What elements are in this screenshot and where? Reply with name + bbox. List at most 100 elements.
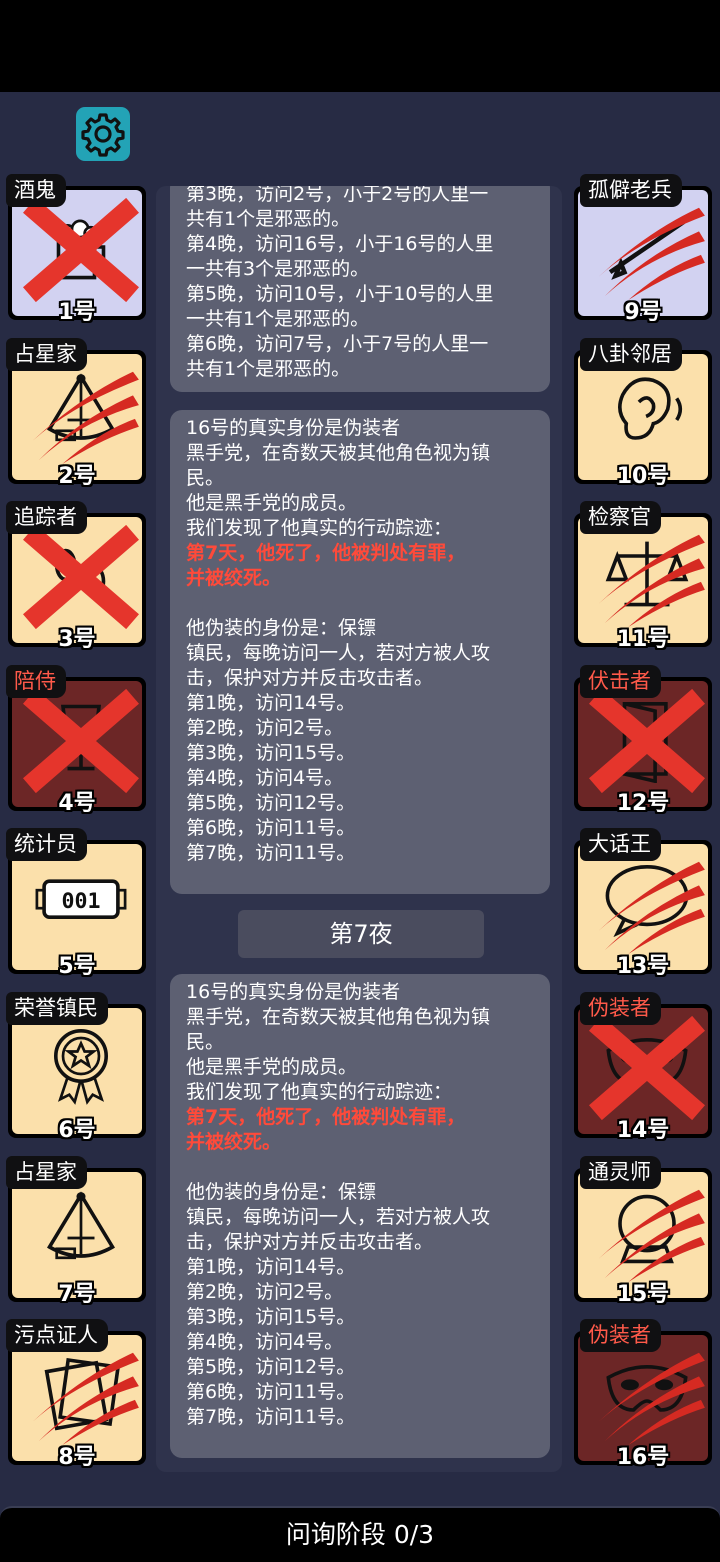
player-card-9号[interactable]: 9号 孤僻老兵 (574, 174, 712, 325)
player-card-7号[interactable]: 7号 占星家 (6, 1155, 146, 1307)
claw-mark-icon (32, 371, 139, 464)
log-line: 16号的真实身份是伪装者 (186, 981, 401, 1003)
eliminated-x-icon (23, 688, 139, 793)
player-card-2号[interactable]: 2号 占星家 (6, 337, 146, 489)
player-number: 1号 (58, 300, 96, 325)
log-line: 镇民，每晚访问一人，若对方被人攻 (186, 642, 491, 664)
log-line: 第5晚，访问12号。 (186, 1356, 356, 1378)
player-card-15号[interactable]: 15号 通灵师 (574, 1155, 712, 1307)
counter-icon: 001 (35, 879, 127, 920)
player-number: 15号 (616, 1281, 670, 1307)
claw-mark-icon (598, 534, 705, 628)
log-line: 第1晚，访问14号。 (186, 692, 356, 714)
player-number: 6号 (58, 1118, 96, 1143)
role-label: 荣誉镇民 (6, 992, 108, 1025)
claw-mark-icon (598, 207, 705, 301)
player-card-6号[interactable]: 6号 荣誉镇民 (6, 992, 146, 1143)
eliminated-x-icon (589, 1016, 705, 1120)
player-number: 9号 (624, 300, 662, 325)
role-label: 占星家 (6, 337, 87, 371)
role-label: 八卦邻居 (580, 337, 682, 371)
svg-text:001: 001 (62, 890, 101, 915)
log-line: 黑手党，在奇数天被其他角色视为镇 (186, 442, 491, 464)
role-label: 占星家 (6, 1155, 87, 1189)
player-card-16号[interactable]: 16号 伪装者 (574, 1319, 712, 1470)
player-card-10号[interactable]: 10号 八卦邻居 (574, 337, 712, 489)
log-line: 第1晚，访问14号。 (186, 1256, 356, 1278)
log-line: 我们发现了他真实的行动踪迹： (186, 517, 453, 539)
player-number: 2号 (58, 463, 96, 489)
log-line: 第2晚，访问2号。 (186, 1281, 344, 1303)
player-card-13号[interactable]: 13号 大话王 (574, 828, 712, 979)
log-line: 第3晚，访问2号，小于2号的人里一 (186, 186, 489, 205)
role-label: 伪装者 (580, 992, 661, 1025)
log-alert-line: 并被绞死。 (186, 1131, 282, 1153)
role-label: 追踪者 (6, 501, 87, 535)
log-line: 他是黑手党的成员。 (186, 492, 358, 514)
log-line: 击，保护对方并反击攻击者。 (186, 667, 434, 689)
night-label: 第7夜 (238, 910, 484, 958)
role-label: 伪装者 (580, 1319, 661, 1353)
player-number: 16号 (616, 1445, 670, 1471)
event-log[interactable]: 第3晚，访问2号，小于2号的人里一 共有1个是邪恶的。第4晚，访问16号，小于16… (156, 186, 562, 1472)
log-line: 第4晚，访问4号。 (186, 767, 344, 789)
log-message-1: 第3晚，访问2号，小于2号的人里一 共有1个是邪恶的。第4晚，访问16号，小于16… (170, 186, 550, 392)
log-line: 他伪装的身份是：保镖 (186, 1181, 377, 1203)
log-line: 共有1个是邪恶的。 (186, 358, 351, 380)
status-bar (0, 0, 720, 92)
log-line: 第7晚，访问11号。 (186, 842, 356, 864)
player-card-12号[interactable]: 12号 伏击者 (574, 664, 712, 816)
role-label: 孤僻老兵 (580, 174, 682, 207)
phase-bar[interactable]: 问询阶段 0/3 (0, 1506, 720, 1562)
medal-icon (54, 1029, 108, 1105)
role-label: 检察官 (580, 501, 661, 535)
log-line: 第5晚，访问10号，小于10号的人里 (186, 283, 494, 305)
player-card-1号[interactable]: 1号 酒鬼 (6, 174, 146, 325)
log-line: 第4晚，访问16号，小于16号的人里 (186, 233, 494, 255)
claw-mark-icon (598, 862, 705, 955)
log-alert-line: 并被绞死。 (186, 567, 282, 589)
log-line: 黑手党，在奇数天被其他角色视为镇 (186, 1006, 491, 1028)
role-label: 伏击者 (580, 664, 661, 698)
player-number: 5号 (58, 954, 96, 980)
player-card-11号[interactable]: 11号 检察官 (574, 501, 712, 652)
player-number: 3号 (58, 627, 96, 653)
player-number: 14号 (616, 1118, 670, 1143)
log-line: 第6晚，访问7号，小于7号的人里一 (186, 333, 489, 355)
player-card-4号[interactable]: 4号 陪侍 (6, 664, 146, 816)
claw-mark-icon (598, 1189, 705, 1282)
log-line: 他伪装的身份是：保镖 (186, 617, 377, 639)
settings-button[interactable] (76, 107, 130, 161)
log-line: 第6晚，访问11号。 (186, 1381, 356, 1403)
role-label: 通灵师 (580, 1155, 661, 1189)
sextant-icon (47, 1190, 115, 1259)
log-line: 第5晚，访问12号。 (186, 792, 356, 814)
role-label: 大话王 (580, 828, 661, 862)
claw-mark-icon (32, 1352, 139, 1446)
claw-mark-icon (598, 1352, 705, 1446)
player-card-8号[interactable]: 8号 污点证人 (6, 1319, 146, 1470)
player-number: 4号 (58, 790, 96, 816)
log-line: 共有1个是邪恶的。 (186, 208, 351, 230)
player-number: 10号 (616, 463, 670, 489)
log-line: 第2晚，访问2号。 (186, 717, 344, 739)
log-line: 他是黑手党的成员。 (186, 1056, 358, 1078)
role-label: 统计员 (6, 828, 87, 862)
log-alert-line: 第7天，他死了，他被判处有罪， (186, 542, 466, 564)
role-label: 酒鬼 (6, 174, 66, 207)
log-line: 16号的真实身份是伪装者 (186, 417, 401, 439)
eliminated-x-icon (23, 198, 139, 302)
eliminated-x-icon (589, 688, 705, 793)
player-card-3号[interactable]: 3号 追踪者 (6, 501, 146, 652)
player-card-14号[interactable]: 14号 伪装者 (574, 992, 712, 1143)
player-card-5号[interactable]: 001 5号 统计员 (6, 828, 146, 979)
log-line: 民。 (186, 1031, 225, 1053)
player-number: 7号 (58, 1281, 96, 1307)
log-line: 一共有1个是邪恶的。 (186, 308, 370, 330)
log-line: 击，保护对方并反击攻击者。 (186, 1231, 434, 1253)
eliminated-x-icon (23, 525, 139, 630)
player-number: 13号 (616, 954, 670, 980)
log-message-2: 16号的真实身份是伪装者 黑手党，在奇数天被其他角色视为镇 民。 他是黑手党的成员。我… (170, 410, 550, 894)
